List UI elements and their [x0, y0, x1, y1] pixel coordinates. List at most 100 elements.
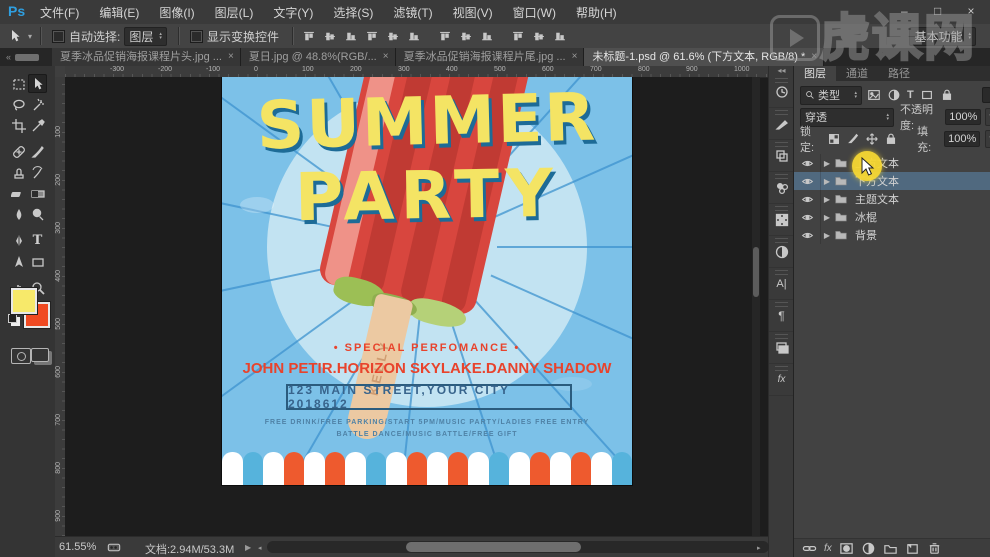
align-left-edges-icon[interactable]: [365, 30, 379, 43]
distribute-hcenter-icon[interactable]: [532, 30, 546, 43]
pen-tool[interactable]: [9, 231, 28, 250]
eye-icon[interactable]: [800, 193, 815, 206]
menu-item[interactable]: 图层(L): [205, 0, 264, 25]
shape-filter-icon[interactable]: [920, 88, 934, 102]
menu-item[interactable]: 帮助(H): [566, 0, 627, 25]
history-panel-button[interactable]: [769, 76, 794, 108]
tab-close-icon[interactable]: ×: [383, 48, 389, 66]
status-preview-icon[interactable]: [103, 541, 125, 554]
magic-wand-tool[interactable]: [28, 95, 47, 114]
horizontal-scrollbar-thumb[interactable]: [406, 542, 581, 552]
menu-item[interactable]: 视图(V): [443, 0, 503, 25]
menu-item[interactable]: 文件(F): [30, 0, 89, 25]
eye-icon[interactable]: [800, 157, 815, 170]
minimize-button[interactable]: –: [889, 4, 919, 18]
lock-all-icon[interactable]: [884, 132, 898, 146]
eyedropper-tool[interactable]: [28, 116, 47, 135]
layer-comps-panel-button[interactable]: [769, 332, 794, 364]
adjustment-filter-icon[interactable]: [887, 88, 901, 102]
quick-mask-icon[interactable]: [11, 348, 31, 364]
path-select-tool[interactable]: [9, 252, 28, 271]
menu-item[interactable]: 图像(I): [149, 0, 204, 25]
distribute-right-icon[interactable]: [553, 30, 567, 43]
menu-item[interactable]: 选择(S): [323, 0, 383, 25]
marquee-tool[interactable]: [9, 74, 28, 93]
pixel-filter-icon[interactable]: [867, 88, 881, 102]
filter-type-dropdown[interactable]: 类型 ▴ ▾: [800, 85, 862, 105]
panel-tab-路径[interactable]: 路径: [878, 66, 920, 83]
move-tool[interactable]: [28, 74, 47, 93]
tool-presets-panel-button[interactable]: [769, 108, 794, 140]
panel-tab-图层[interactable]: 图层: [794, 66, 836, 83]
crop-tool[interactable]: [9, 116, 28, 135]
brush-tool[interactable]: [28, 142, 47, 161]
visibility-cell[interactable]: [794, 208, 821, 226]
canvas-vertical-scrollbar[interactable]: [752, 77, 760, 536]
fill-value[interactable]: 100%: [944, 131, 981, 147]
layer-name[interactable]: 主题文本: [855, 191, 899, 207]
layer-style-fx-icon[interactable]: fx: [824, 543, 832, 554]
lock-position-icon[interactable]: [865, 132, 879, 146]
menu-item[interactable]: 编辑(E): [89, 0, 149, 25]
foreground-color-swatch[interactable]: [11, 288, 37, 314]
status-popup-arrow-icon[interactable]: ▶: [245, 543, 251, 552]
clone-source-panel-button[interactable]: [769, 140, 794, 172]
screen-mode-icon[interactable]: [31, 348, 49, 362]
opacity-dropdown-button[interactable]: ▾: [985, 108, 990, 126]
scroll-left-arrow-icon[interactable]: ◂: [258, 544, 262, 552]
align-right-edges-icon[interactable]: [407, 30, 421, 43]
paragraph-panel-button[interactable]: ¶: [769, 300, 794, 332]
shape-tool[interactable]: [28, 252, 47, 271]
default-colors-icon[interactable]: [8, 314, 17, 323]
distribute-vcenter-icon[interactable]: [459, 30, 473, 43]
expand-triangle-icon[interactable]: ▶: [821, 213, 833, 222]
type-filter-icon[interactable]: T: [907, 89, 914, 101]
align-bottom-edges-icon[interactable]: [344, 30, 358, 43]
layer-row-下方文本[interactable]: ▶ 下方文本: [794, 172, 990, 190]
collapse-dock-icon[interactable]: ◂◂: [769, 66, 794, 76]
eye-icon[interactable]: [800, 211, 815, 224]
layer-row-冰棍[interactable]: ▶ 冰棍: [794, 208, 990, 226]
clone-stamp-tool[interactable]: [9, 163, 28, 182]
align-vertical-centers-icon[interactable]: [323, 30, 337, 43]
canvas-horizontal-scrollbar[interactable]: [267, 541, 769, 553]
document-tab-1[interactable]: 夏季冰品促销海报课程片头.jpg ... ×: [52, 48, 241, 66]
menu-item[interactable]: 文字(Y): [263, 0, 323, 25]
document-tab-4[interactable]: 未标题-1.psd @ 61.6% (下方文本, RGB/8) * ×: [584, 48, 825, 66]
visibility-cell[interactable]: [794, 190, 821, 208]
expand-triangle-icon[interactable]: ▶: [821, 159, 833, 168]
link-layers-icon[interactable]: [802, 541, 817, 556]
vertical-scrollbar-thumb[interactable]: [753, 247, 759, 297]
distribute-left-icon[interactable]: [511, 30, 525, 43]
zoom-level-field[interactable]: 61.55%: [59, 541, 96, 553]
expand-triangle-icon[interactable]: ▶: [821, 177, 833, 186]
lock-transparent-icon[interactable]: [827, 132, 841, 146]
history-brush-tool[interactable]: [28, 163, 47, 182]
eye-icon[interactable]: [800, 229, 815, 242]
layer-name[interactable]: 背景: [855, 227, 877, 243]
tab-close-icon[interactable]: ×: [811, 48, 817, 66]
lock-pixels-icon[interactable]: [846, 132, 860, 146]
add-adjustment-icon[interactable]: [861, 541, 876, 556]
visibility-cell[interactable]: [794, 226, 821, 244]
align-horizontal-centers-icon[interactable]: [386, 30, 400, 43]
visibility-cell[interactable]: [794, 154, 821, 172]
character-panel-button[interactable]: A|: [769, 268, 794, 300]
visibility-cell[interactable]: [794, 172, 821, 190]
healing-brush-tool[interactable]: [9, 142, 28, 161]
eraser-tool[interactable]: [9, 184, 28, 203]
document-tab-3[interactable]: 夏季冰品促销海报课程片尾.jpg ... ×: [395, 48, 585, 66]
poster-document[interactable]: KELLY SUMMER PARTY • SPECIAL PERFOMANCE …: [222, 77, 632, 485]
workspace-switcher[interactable]: 基本功能 ▴ ▾: [909, 24, 976, 48]
menu-item[interactable]: 窗口(W): [503, 0, 566, 25]
delete-layer-icon[interactable]: [927, 541, 942, 556]
distribute-top-icon[interactable]: [438, 30, 452, 43]
show-transform-checkbox[interactable]: [190, 29, 203, 43]
layer-row-背景[interactable]: ▶ 背景: [794, 226, 990, 244]
eye-icon[interactable]: [800, 175, 815, 188]
dodge-tool[interactable]: [28, 205, 47, 224]
opacity-value[interactable]: 100%: [945, 109, 982, 125]
swatches-panel-button[interactable]: [769, 204, 794, 236]
color-panel-button[interactable]: [769, 172, 794, 204]
expand-triangle-icon[interactable]: ▶: [821, 231, 833, 240]
